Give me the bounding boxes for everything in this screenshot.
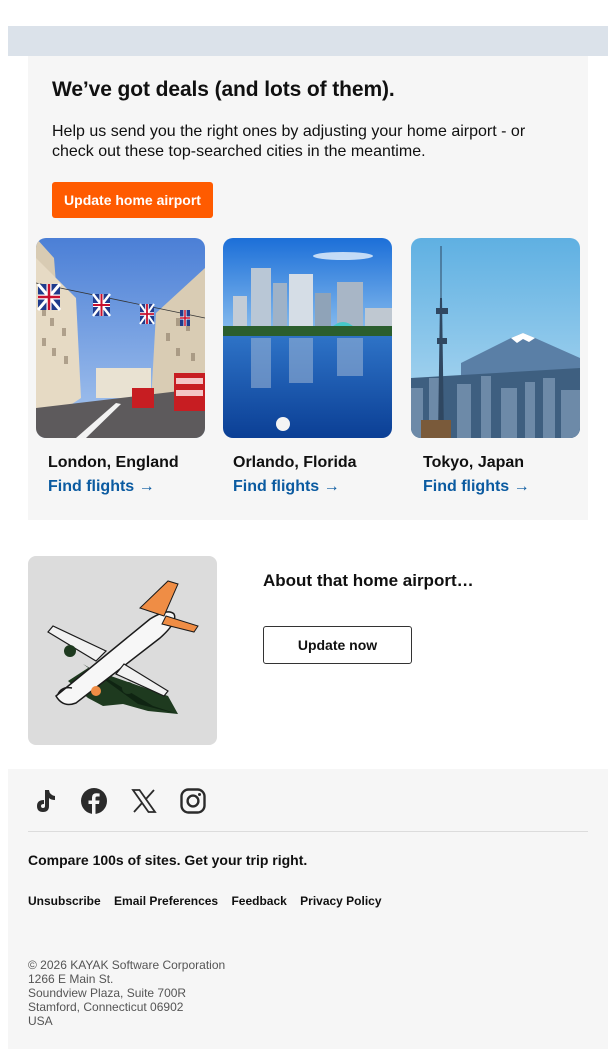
city-card-tokyo[interactable]: Tokyo, Japan Find flights → — [411, 238, 580, 495]
header-band — [8, 26, 608, 56]
find-flights-link[interactable]: Find flights → — [233, 478, 340, 496]
tokyo-photo — [411, 238, 580, 438]
footer: Compare 100s of sites. Get your trip rig… — [8, 769, 608, 1049]
airplane-illustration — [28, 556, 217, 745]
x-icon[interactable] — [130, 787, 158, 815]
feedback-link[interactable]: Feedback — [231, 894, 286, 908]
instagram-icon[interactable] — [179, 787, 207, 815]
city-card-orlando[interactable]: Orlando, Florida Find flights → — [223, 238, 392, 495]
footer-tagline: Compare 100s of sites. Get your trip rig… — [28, 852, 308, 868]
city-name: Orlando, Florida — [233, 454, 357, 471]
update-home-airport-button[interactable]: Update home airport — [52, 182, 213, 218]
find-flights-link[interactable]: Find flights → — [423, 478, 530, 496]
deals-section: We’ve got deals (and lots of them). Help… — [28, 56, 588, 520]
footer-links: Unsubscribe Email Preferences Feedback P… — [28, 894, 392, 908]
city-name: London, England — [48, 454, 179, 471]
london-photo — [36, 238, 205, 438]
update-now-button[interactable]: Update now — [263, 626, 412, 664]
footer-divider — [28, 831, 588, 832]
deals-subtitle: Help us send you the right ones by adjus… — [52, 123, 526, 160]
orlando-photo — [223, 238, 392, 438]
find-flights-link[interactable]: Find flights → — [48, 478, 155, 496]
address-line: Stamford, Connecticut 06902 — [28, 1000, 184, 1014]
address-line: 1266 E Main St. — [28, 972, 114, 986]
promo-title: About that home airport… — [263, 571, 474, 590]
city-name: Tokyo, Japan — [423, 454, 525, 471]
company-address: © 2026 KAYAK Software Corporation 1266 E… — [28, 958, 225, 1028]
deals-title: We’ve got deals (and lots of them). — [52, 78, 395, 101]
facebook-icon[interactable] — [80, 787, 108, 815]
unsubscribe-link[interactable]: Unsubscribe — [28, 894, 101, 908]
copyright-line: © 2026 KAYAK Software Corporation — [28, 958, 226, 972]
address-line: USA — [28, 1014, 53, 1028]
city-card-london[interactable]: London, England Find flights → — [36, 238, 205, 495]
airplane-icon — [47, 580, 199, 714]
privacy-policy-link[interactable]: Privacy Policy — [300, 894, 381, 908]
email-preferences-link[interactable]: Email Preferences — [114, 894, 218, 908]
address-line: Soundview Plaza, Suite 700R — [28, 986, 187, 1000]
tiktok-icon[interactable] — [30, 787, 58, 815]
